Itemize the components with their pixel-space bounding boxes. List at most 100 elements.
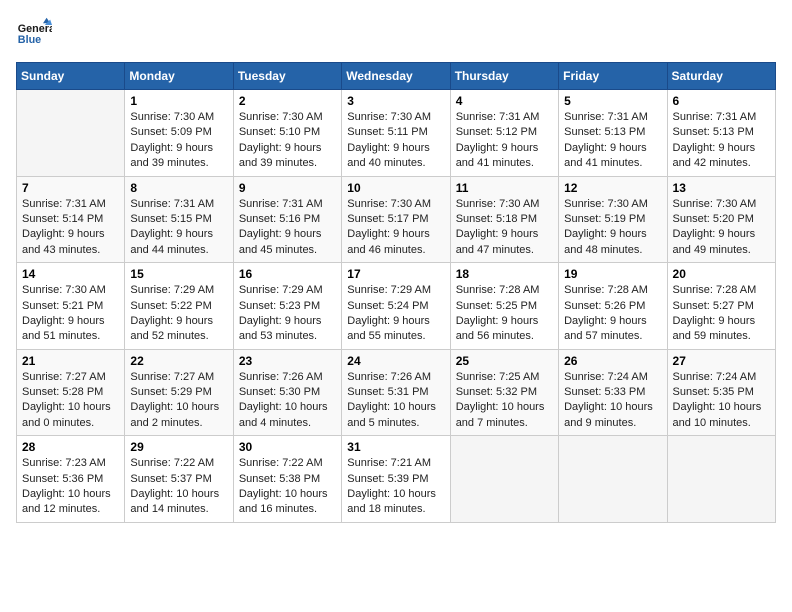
day-info: Sunrise: 7:24 AM Sunset: 5:33 PM Dayligh… (564, 370, 661, 432)
day-number: 17 (347, 267, 444, 281)
day-info: Sunrise: 7:29 AM Sunset: 5:22 PM Dayligh… (130, 283, 227, 345)
calendar-cell (17, 90, 125, 177)
day-info: Sunrise: 7:30 AM Sunset: 5:20 PM Dayligh… (673, 197, 770, 259)
day-info: Sunrise: 7:30 AM Sunset: 5:09 PM Dayligh… (130, 110, 227, 172)
day-info: Sunrise: 7:31 AM Sunset: 5:16 PM Dayligh… (239, 197, 336, 259)
day-info: Sunrise: 7:27 AM Sunset: 5:28 PM Dayligh… (22, 370, 119, 432)
calendar-cell: 25 Sunrise: 7:25 AM Sunset: 5:32 PM Dayli… (450, 349, 558, 436)
page-header: General Blue (16, 16, 776, 52)
calendar-cell: 15 Sunrise: 7:29 AM Sunset: 5:22 PM Dayli… (125, 263, 233, 350)
day-number: 25 (456, 354, 553, 368)
day-number: 23 (239, 354, 336, 368)
day-info: Sunrise: 7:26 AM Sunset: 5:30 PM Dayligh… (239, 370, 336, 432)
calendar-cell (559, 436, 667, 523)
day-number: 8 (130, 181, 227, 195)
col-header-friday: Friday (559, 63, 667, 90)
day-info: Sunrise: 7:30 AM Sunset: 5:11 PM Dayligh… (347, 110, 444, 172)
col-header-saturday: Saturday (667, 63, 775, 90)
calendar-cell: 17Sunrise: 7:29 AM Sunset: 5:24 PM Dayli… (342, 263, 450, 350)
calendar-header-row: SundayMondayTuesdayWednesdayThursdayFrid… (17, 63, 776, 90)
day-number: 5 (564, 94, 661, 108)
day-info: Sunrise: 7:30 AM Sunset: 5:21 PM Dayligh… (22, 283, 119, 345)
calendar-cell: 22Sunrise: 7:27 AM Sunset: 5:29 PM Dayli… (125, 349, 233, 436)
day-number: 10 (347, 181, 444, 195)
day-info: Sunrise: 7:28 AM Sunset: 5:26 PM Dayligh… (564, 283, 661, 345)
day-number: 9 (239, 181, 336, 195)
day-number: 6 (673, 94, 770, 108)
day-number: 3 (347, 94, 444, 108)
day-number: 24 (347, 354, 444, 368)
day-number: 29 (130, 440, 227, 454)
day-info: Sunrise: 7:26 AM Sunset: 5:31 PM Dayligh… (347, 370, 444, 432)
day-number: 4 (456, 94, 553, 108)
day-number: 12 (564, 181, 661, 195)
col-header-tuesday: Tuesday (233, 63, 341, 90)
day-info: Sunrise: 7:27 AM Sunset: 5:29 PM Dayligh… (130, 370, 227, 432)
col-header-wednesday: Wednesday (342, 63, 450, 90)
calendar-cell: 13 Sunrise: 7:30 AM Sunset: 5:20 PM Dayli… (667, 176, 775, 263)
calendar-cell: 1 Sunrise: 7:30 AM Sunset: 5:09 PM Daylig… (125, 90, 233, 177)
calendar-week-4: 21 Sunrise: 7:27 AM Sunset: 5:28 PM Dayli… (17, 349, 776, 436)
svg-text:Blue: Blue (18, 34, 41, 46)
day-info: Sunrise: 7:31 AM Sunset: 5:14 PM Dayligh… (22, 197, 119, 259)
day-info: Sunrise: 7:22 AM Sunset: 5:37 PM Dayligh… (130, 456, 227, 518)
calendar-cell: 30 Sunrise: 7:22 AM Sunset: 5:38 PM Dayli… (233, 436, 341, 523)
calendar-cell: 2 Sunrise: 7:30 AM Sunset: 5:10 PM Daylig… (233, 90, 341, 177)
day-number: 1 (130, 94, 227, 108)
day-number: 30 (239, 440, 336, 454)
calendar-cell: 29 Sunrise: 7:22 AM Sunset: 5:37 PM Dayli… (125, 436, 233, 523)
calendar-cell: 27 Sunrise: 7:24 AM Sunset: 5:35 PM Dayli… (667, 349, 775, 436)
day-info: Sunrise: 7:31 AM Sunset: 5:15 PM Dayligh… (130, 197, 227, 259)
calendar-cell: 16Sunrise: 7:29 AM Sunset: 5:23 PM Dayli… (233, 263, 341, 350)
day-info: Sunrise: 7:24 AM Sunset: 5:35 PM Dayligh… (673, 370, 770, 432)
calendar-cell: 19 Sunrise: 7:28 AM Sunset: 5:26 PM Dayli… (559, 263, 667, 350)
calendar-cell: 5Sunrise: 7:31 AM Sunset: 5:13 PM Daylig… (559, 90, 667, 177)
day-info: Sunrise: 7:22 AM Sunset: 5:38 PM Dayligh… (239, 456, 336, 518)
day-number: 2 (239, 94, 336, 108)
day-info: Sunrise: 7:23 AM Sunset: 5:36 PM Dayligh… (22, 456, 119, 518)
logo-icon: General Blue (16, 16, 52, 52)
calendar-week-2: 7 Sunrise: 7:31 AM Sunset: 5:14 PM Daylig… (17, 176, 776, 263)
day-info: Sunrise: 7:31 AM Sunset: 5:12 PM Dayligh… (456, 110, 553, 172)
calendar-cell: 11 Sunrise: 7:30 AM Sunset: 5:18 PM Dayli… (450, 176, 558, 263)
day-number: 14 (22, 267, 119, 281)
day-info: Sunrise: 7:21 AM Sunset: 5:39 PM Dayligh… (347, 456, 444, 518)
day-info: Sunrise: 7:28 AM Sunset: 5:25 PM Dayligh… (456, 283, 553, 345)
day-number: 13 (673, 181, 770, 195)
calendar-cell: 12 Sunrise: 7:30 AM Sunset: 5:19 PM Dayli… (559, 176, 667, 263)
day-info: Sunrise: 7:30 AM Sunset: 5:17 PM Dayligh… (347, 197, 444, 259)
calendar-cell (667, 436, 775, 523)
day-number: 7 (22, 181, 119, 195)
calendar-cell: 7 Sunrise: 7:31 AM Sunset: 5:14 PM Daylig… (17, 176, 125, 263)
calendar-cell: 9 Sunrise: 7:31 AM Sunset: 5:16 PM Daylig… (233, 176, 341, 263)
day-number: 26 (564, 354, 661, 368)
calendar-table: SundayMondayTuesdayWednesdayThursdayFrid… (16, 62, 776, 523)
calendar-cell: 23 Sunrise: 7:26 AM Sunset: 5:30 PM Dayli… (233, 349, 341, 436)
calendar-cell: 26 Sunrise: 7:24 AM Sunset: 5:33 PM Dayli… (559, 349, 667, 436)
day-info: Sunrise: 7:30 AM Sunset: 5:10 PM Dayligh… (239, 110, 336, 172)
day-info: Sunrise: 7:25 AM Sunset: 5:32 PM Dayligh… (456, 370, 553, 432)
calendar-cell: 18Sunrise: 7:28 AM Sunset: 5:25 PM Dayli… (450, 263, 558, 350)
calendar-cell: 28Sunrise: 7:23 AM Sunset: 5:36 PM Dayli… (17, 436, 125, 523)
calendar-week-1: 1 Sunrise: 7:30 AM Sunset: 5:09 PM Daylig… (17, 90, 776, 177)
calendar-cell: 4 Sunrise: 7:31 AM Sunset: 5:12 PM Daylig… (450, 90, 558, 177)
calendar-week-5: 28Sunrise: 7:23 AM Sunset: 5:36 PM Dayli… (17, 436, 776, 523)
calendar-cell: 8 Sunrise: 7:31 AM Sunset: 5:15 PM Daylig… (125, 176, 233, 263)
day-info: Sunrise: 7:30 AM Sunset: 5:19 PM Dayligh… (564, 197, 661, 259)
calendar-cell: 24 Sunrise: 7:26 AM Sunset: 5:31 PM Dayli… (342, 349, 450, 436)
calendar-cell: 20Sunrise: 7:28 AM Sunset: 5:27 PM Dayli… (667, 263, 775, 350)
day-info: Sunrise: 7:31 AM Sunset: 5:13 PM Dayligh… (673, 110, 770, 172)
calendar-cell: 6 Sunrise: 7:31 AM Sunset: 5:13 PM Daylig… (667, 90, 775, 177)
day-number: 27 (673, 354, 770, 368)
col-header-monday: Monday (125, 63, 233, 90)
day-number: 11 (456, 181, 553, 195)
day-info: Sunrise: 7:30 AM Sunset: 5:18 PM Dayligh… (456, 197, 553, 259)
calendar-cell: 21 Sunrise: 7:27 AM Sunset: 5:28 PM Dayli… (17, 349, 125, 436)
day-number: 15 (130, 267, 227, 281)
day-info: Sunrise: 7:28 AM Sunset: 5:27 PM Dayligh… (673, 283, 770, 345)
day-number: 19 (564, 267, 661, 281)
calendar-cell: 14 Sunrise: 7:30 AM Sunset: 5:21 PM Dayli… (17, 263, 125, 350)
calendar-cell: 10 Sunrise: 7:30 AM Sunset: 5:17 PM Dayli… (342, 176, 450, 263)
day-info: Sunrise: 7:29 AM Sunset: 5:23 PM Dayligh… (239, 283, 336, 345)
day-number: 21 (22, 354, 119, 368)
